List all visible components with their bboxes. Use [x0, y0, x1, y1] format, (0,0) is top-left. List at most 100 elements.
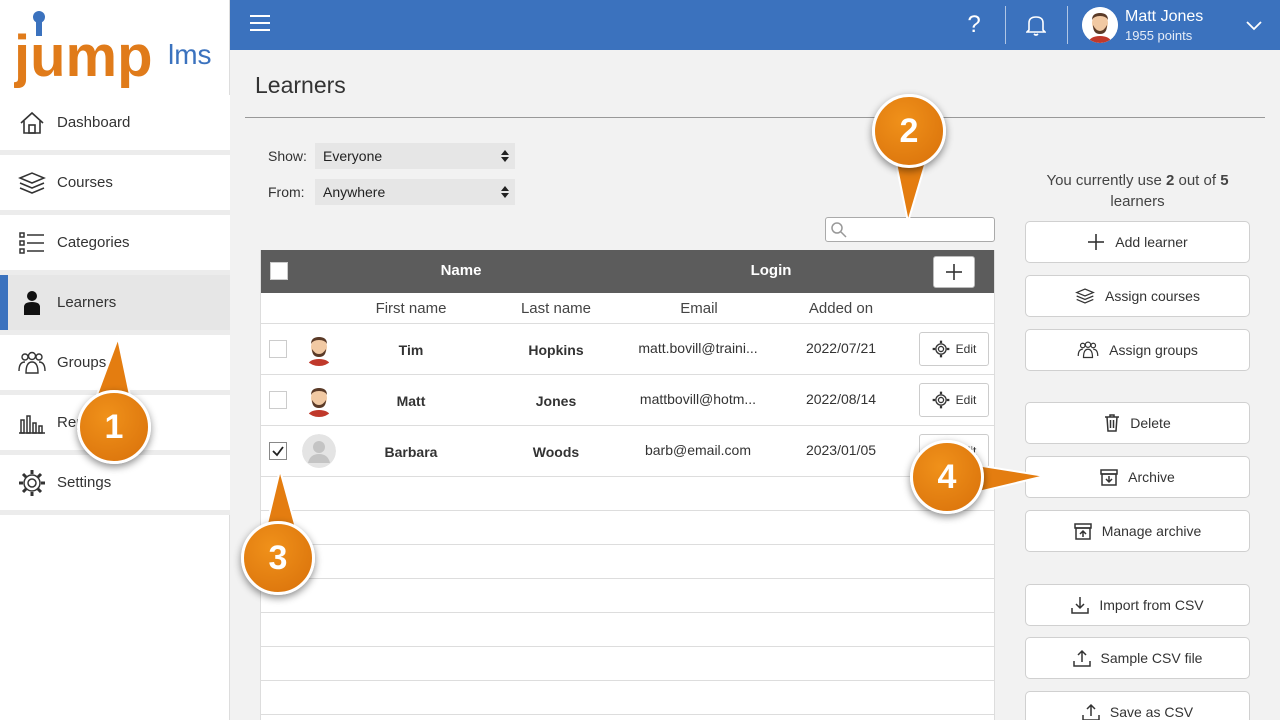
empty-row [261, 511, 994, 545]
assign-courses-button[interactable]: Assign courses [1025, 275, 1250, 317]
sidebar-item-groups[interactable]: Groups [0, 335, 230, 395]
added-on-cell: 2023/01/05 [805, 442, 877, 458]
top-bar: ? Matt Jones 1955 points [230, 0, 1280, 50]
manage-archive-label: Manage archive [1101, 523, 1202, 539]
table-row[interactable]: Tim Hopkins matt.bovill@traini... 2022/0… [261, 324, 994, 375]
import-csv-label: Import from CSV [1099, 597, 1204, 613]
table-header: Name Login [261, 250, 994, 293]
select-arrows-icon [501, 150, 509, 162]
usage-middle: out of [1174, 172, 1221, 189]
checkmark-icon [272, 446, 284, 457]
chevron-down-icon[interactable] [1246, 18, 1262, 36]
select-arrows-icon [501, 186, 509, 198]
import-csv-button[interactable]: Import from CSV [1025, 584, 1250, 626]
column-email[interactable]: Email [649, 300, 749, 317]
first-name-cell: Matt [396, 393, 426, 409]
learner-avatar [302, 383, 336, 417]
added-on-cell: 2022/07/21 [805, 340, 877, 356]
from-select[interactable]: Anywhere [315, 179, 515, 205]
from-label: From: [268, 184, 305, 200]
edit-label: Edit [955, 342, 977, 356]
books-icon [1075, 288, 1095, 304]
search-icon [831, 222, 847, 238]
table-row[interactable]: Matt Jones mattbovill@hotm... 2022/08/14… [261, 375, 994, 426]
empty-row [261, 477, 994, 511]
row-checkbox[interactable] [269, 340, 287, 358]
row-checkbox[interactable] [269, 442, 287, 460]
learners-table: Name Login First name Last name Email Ad… [260, 250, 995, 720]
email-cell: matt.bovill@traini... [638, 340, 758, 356]
show-select[interactable]: Everyone [315, 143, 515, 169]
bell-icon[interactable] [1025, 14, 1047, 41]
add-learner-label: Add learner [1115, 234, 1188, 250]
callout-badge-3: 3 [241, 521, 315, 595]
header-name: Name [440, 262, 482, 279]
jumplms-logo[interactable]: jump lms [13, 8, 224, 90]
assign-groups-button[interactable]: Assign groups [1025, 329, 1250, 371]
delete-button[interactable]: Delete [1025, 402, 1250, 444]
added-on-cell: 2022/08/14 [805, 391, 877, 407]
first-name-cell: Tim [398, 342, 424, 358]
empty-row [261, 545, 994, 579]
sidebar-item-dashboard[interactable]: Dashboard [0, 95, 230, 155]
plus-icon [946, 264, 962, 280]
archive-button[interactable]: Archive [1025, 456, 1250, 498]
table-row[interactable]: Barbara Woods barb@email.com 2023/01/05 … [261, 426, 994, 477]
column-added-on[interactable]: Added on [791, 300, 891, 317]
default-avatar-icon [302, 434, 336, 468]
list-icon [18, 229, 46, 257]
add-learner-table-button[interactable] [933, 256, 975, 288]
people-group-icon [18, 349, 46, 377]
sidebar-item-label: Dashboard [57, 114, 131, 131]
download-icon [1071, 597, 1090, 614]
person-icon [18, 289, 46, 317]
bar-chart-icon [18, 409, 46, 437]
unarchive-icon [1073, 523, 1092, 540]
sidebar-item-label: Categories [57, 234, 130, 251]
learner-avatar [302, 332, 336, 366]
upload-icon [1072, 649, 1091, 667]
user-name[interactable]: Matt Jones [1125, 8, 1203, 26]
usage-suffix: learners [1110, 193, 1165, 210]
callout-badge-1: 1 [77, 390, 151, 464]
page-title: Learners [255, 72, 346, 98]
show-label: Show: [268, 148, 307, 164]
sidebar-item-learners[interactable]: Learners [0, 275, 230, 335]
topbar-divider [1005, 6, 1006, 44]
trash-icon [1105, 414, 1120, 432]
edit-button[interactable]: Edit [919, 383, 989, 417]
archive-label: Archive [1128, 469, 1175, 485]
sidebar-item-courses[interactable]: Courses [0, 155, 230, 215]
sidebar-item-settings[interactable]: Settings [0, 455, 230, 515]
menu-icon[interactable] [250, 15, 270, 35]
add-learner-button[interactable]: Add learner [1025, 221, 1250, 263]
manage-archive-button[interactable]: Manage archive [1025, 510, 1250, 552]
search-input[interactable] [825, 217, 995, 242]
table-subheader: First name Last name Email Added on [261, 293, 994, 324]
usage-total: 5 [1220, 172, 1229, 189]
sidebar-item-categories[interactable]: Categories [0, 215, 230, 275]
column-last-name[interactable]: Last name [506, 300, 606, 317]
empty-row [261, 579, 994, 613]
sample-csv-label: Sample CSV file [1100, 650, 1203, 666]
callout-badge-2: 2 [872, 94, 946, 168]
save-csv-button[interactable]: Save as CSV [1025, 691, 1250, 720]
gear-icon [932, 391, 950, 409]
row-checkbox[interactable] [269, 391, 287, 409]
column-first-name[interactable]: First name [361, 300, 461, 317]
user-avatar[interactable] [1082, 7, 1118, 43]
edit-button[interactable]: Edit [919, 332, 989, 366]
email-cell: mattbovill@hotm... [639, 391, 757, 407]
help-icon[interactable]: ? [963, 11, 985, 39]
empty-row [261, 647, 994, 681]
archive-icon [1100, 469, 1118, 486]
select-all-checkbox[interactable] [270, 262, 288, 280]
delete-label: Delete [1130, 415, 1171, 431]
people-group-icon [1077, 341, 1099, 359]
divider [245, 117, 1265, 118]
logo-sub-text: lms [168, 39, 212, 70]
sample-csv-button[interactable]: Sample CSV file [1025, 637, 1250, 679]
sidebar-item-label: Settings [57, 474, 112, 491]
empty-row [261, 613, 994, 647]
show-select-value: Everyone [323, 148, 383, 164]
